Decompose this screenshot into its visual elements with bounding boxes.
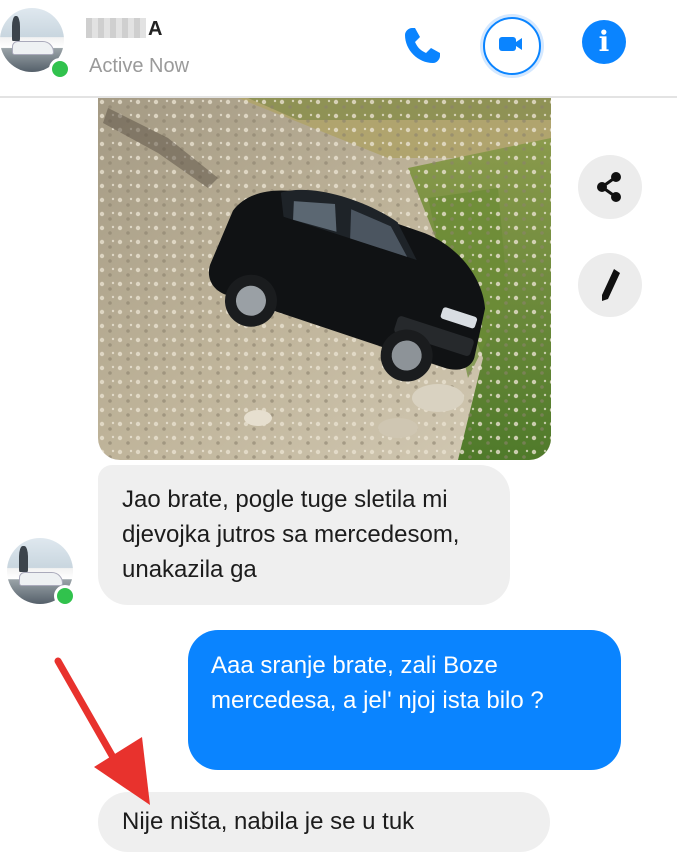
contact-name[interactable]: A [86,18,163,42]
avatar-person [18,545,29,573]
share-button[interactable] [578,155,642,219]
redacted-name-block [86,18,146,38]
edit-button[interactable] [578,253,642,317]
call-button[interactable] [398,20,448,70]
video-call-button[interactable] [483,17,541,75]
chat-header: A Active Now i [0,0,677,98]
message-text: Aaa sranje brate, zali Boze mercedesa, a… [211,652,544,714]
sender-online-indicator [54,585,76,607]
active-status: Active Now [89,55,190,77]
incoming-message[interactable]: Jao brate, pogle tuge sletila mi djevojk… [98,465,510,605]
avatar-car [18,572,64,587]
message-text: Jao brate, pogle tuge sletila mi djevojk… [122,486,460,583]
video-camera-icon [499,37,522,51]
red-arrow-icon [54,657,150,805]
phone-icon [405,28,440,63]
info-button[interactable]: i [582,20,626,64]
crashed-car-photo[interactable] [98,98,551,460]
share-icon [597,172,621,202]
avatar-person [11,15,21,42]
photo-scene [98,98,551,460]
outgoing-message[interactable]: Aaa sranje brate, zali Boze mercedesa, a… [188,630,621,770]
pencil-icon [602,269,620,301]
avatar-car [11,41,55,55]
contact-name-text: A [148,18,164,40]
online-indicator [49,58,71,80]
info-icon: i [598,25,610,58]
incoming-message-partial[interactable]: Nije ništa, nabila je se u tuk [98,792,550,852]
message-text: Nije ništa, nabila je se u tuk [122,808,415,835]
